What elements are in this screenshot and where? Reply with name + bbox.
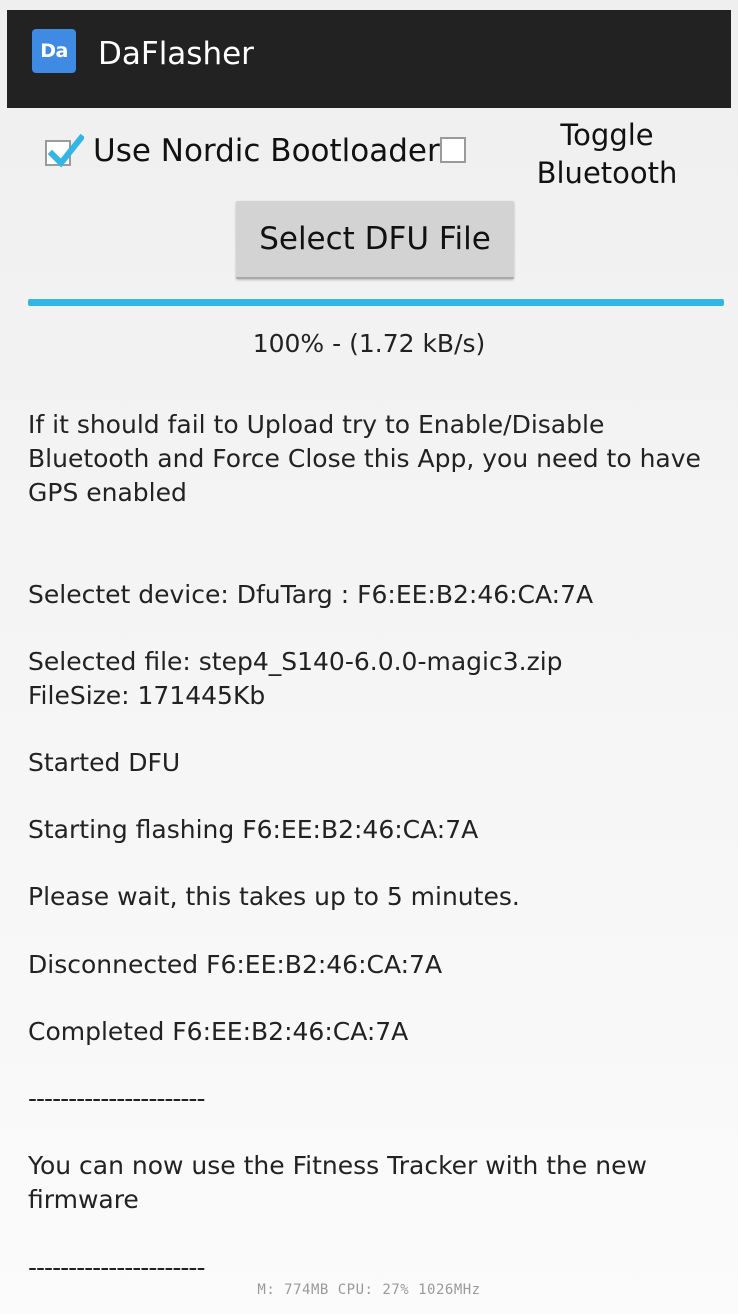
log-entry: Selectet device: DfuTarg : F6:EE:B2:46:C…: [28, 580, 594, 609]
log-entry: Completed F6:EE:B2:46:CA:7A: [28, 1017, 409, 1046]
log-entry-hint: If it should fail to Upload try to Enabl…: [28, 410, 701, 507]
app-logo-icon: Da: [32, 29, 76, 73]
main-content: Use Nordic Bootloader Toggle Bluetooth S…: [7, 108, 731, 1314]
log-entry: Selected file: step4_S140-6.0.0-magic3.z…: [28, 647, 563, 710]
progress-status-text: 100% - (1.72 kB/s): [252, 329, 486, 358]
log-entry: Starting flashing F6:EE:B2:46:CA:7A: [28, 815, 479, 844]
check-icon: [48, 134, 84, 168]
nordic-bootloader-checkbox[interactable]: [45, 134, 84, 168]
select-dfu-file-button[interactable]: Select DFU File: [236, 201, 514, 279]
toggle-bluetooth-checkbox[interactable]: [440, 137, 466, 163]
app-screen: Da DaFlasher Use Nordic Bootloader Toggl…: [0, 0, 738, 1314]
progress-bar-fill: [28, 299, 724, 306]
app-title: DaFlasher: [98, 36, 254, 72]
log-separator: ----------------------: [28, 1084, 205, 1113]
log-entry-success: You can now use the Fitness Tracker with…: [28, 1151, 647, 1214]
log-separator: ----------------------: [28, 1253, 205, 1282]
log-entry: Please wait, this takes up to 5 minutes.: [28, 882, 520, 911]
system-monitor-overlay: M: 774MB CPU: 27% 1026MHz: [257, 1282, 481, 1298]
log-entry: Disconnected F6:EE:B2:46:CA:7A: [28, 950, 443, 979]
log-entry: Started DFU: [28, 748, 181, 777]
nordic-bootloader-label[interactable]: Use Nordic Bootloader: [93, 131, 440, 171]
progress-bar: [28, 299, 724, 306]
toggle-bluetooth-label[interactable]: Toggle Bluetooth: [521, 116, 693, 192]
